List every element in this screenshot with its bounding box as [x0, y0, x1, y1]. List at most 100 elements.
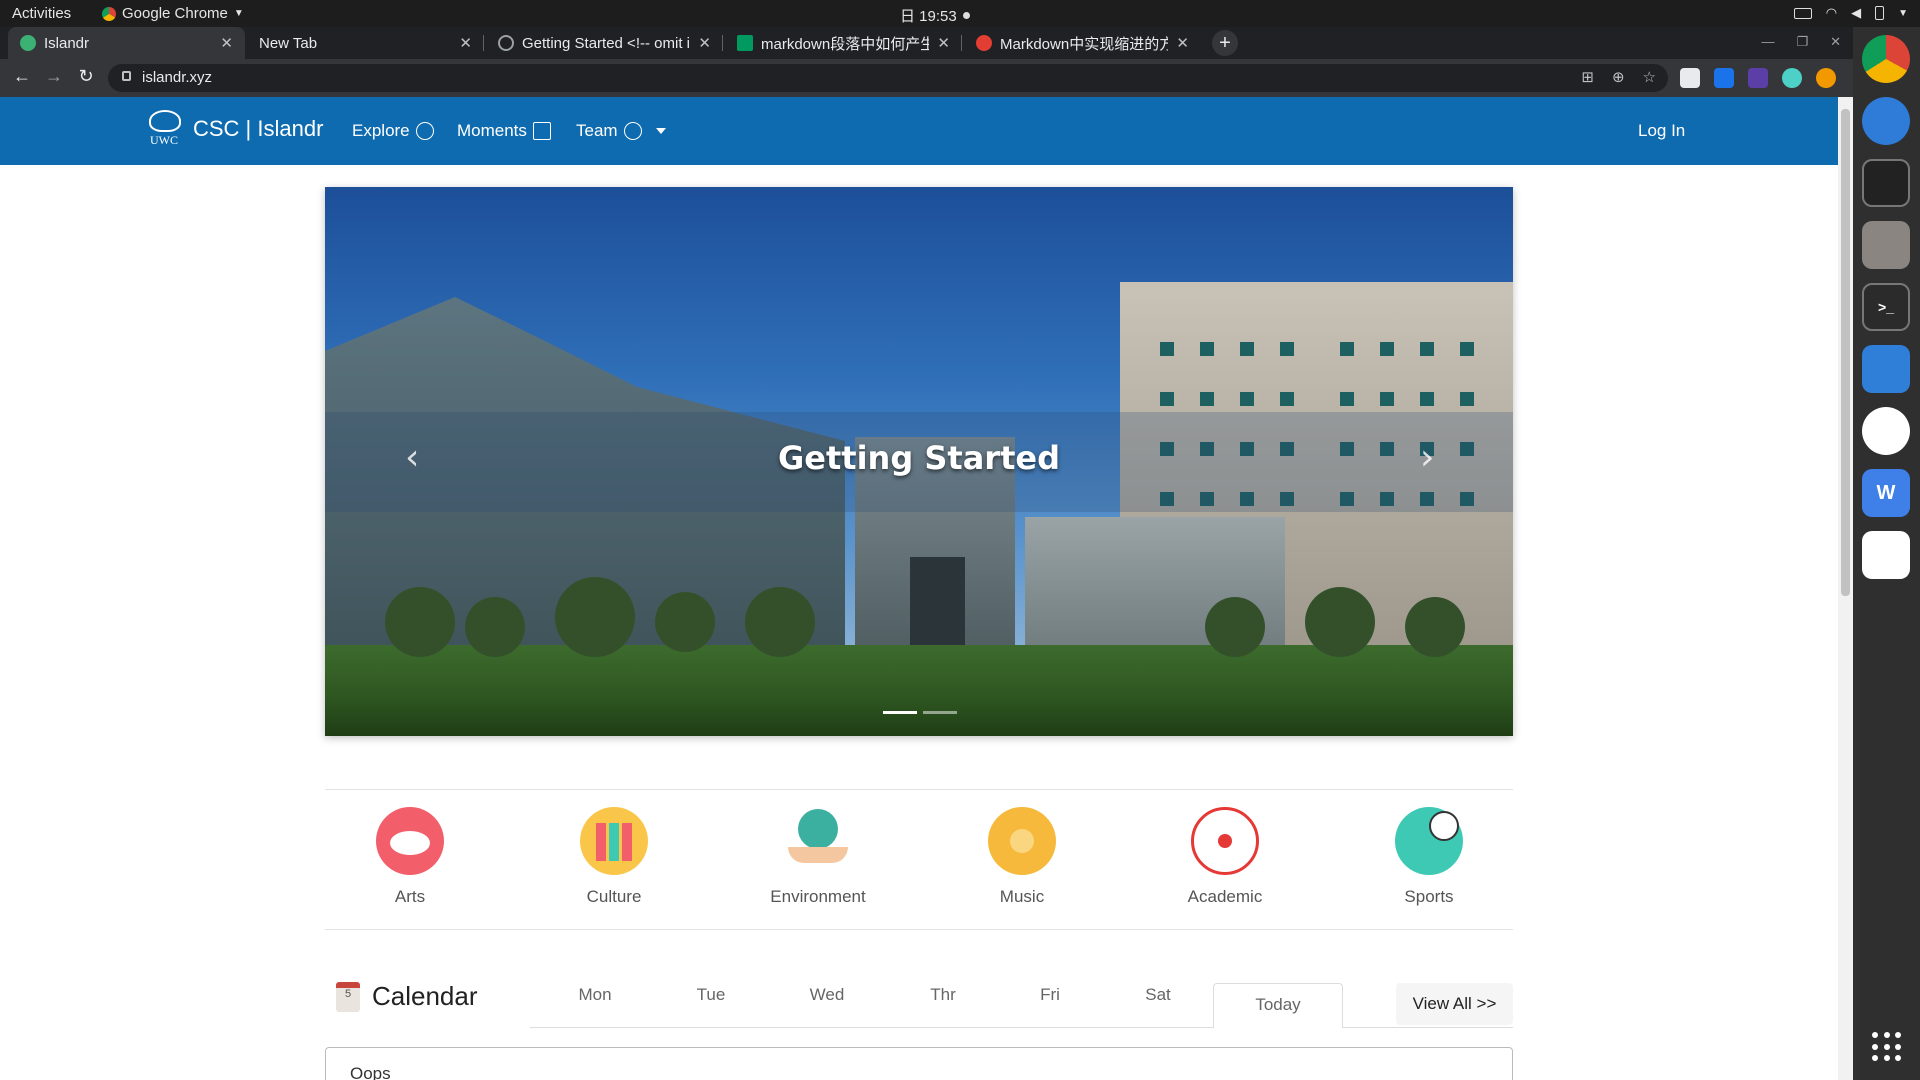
chrome-dock-icon[interactable]: [1862, 35, 1910, 83]
ia-extension-icon[interactable]: [1748, 68, 1768, 88]
app-menu[interactable]: Google Chrome ▼: [102, 5, 244, 22]
divider: [325, 789, 1513, 790]
calendar-tab-sat[interactable]: Sat: [1118, 985, 1198, 1005]
extensions-area: [1680, 68, 1836, 88]
system-monitor-dock-icon[interactable]: [1862, 159, 1910, 207]
close-tab-icon[interactable]: ✕: [459, 34, 472, 52]
category-label: Academic: [1187, 887, 1263, 906]
chrome-icon: [102, 6, 116, 21]
minimize-icon[interactable]: —: [1761, 34, 1774, 50]
thunderbird-dock-icon[interactable]: [1862, 97, 1910, 145]
tab-title: Getting Started <!-- omit i: [522, 34, 690, 52]
tab-getting-started[interactable]: Getting Started <!-- omit i ✕: [486, 27, 723, 59]
category-music[interactable]: Music: [952, 807, 1092, 907]
page-scrollbar[interactable]: [1838, 97, 1853, 1080]
file-manager-dock-icon[interactable]: [1862, 221, 1910, 269]
address-bar[interactable]: islandr.xyz ⊞ ⊕ ☆: [108, 64, 1668, 92]
category-sports[interactable]: Sports: [1359, 807, 1499, 907]
calendar-tab-today[interactable]: Today: [1213, 983, 1343, 1028]
calendar-tab-thr[interactable]: Thr: [903, 985, 983, 1005]
site-brand[interactable]: UWC CSC | Islandr: [147, 110, 323, 148]
compass-icon: [415, 122, 434, 140]
lock-icon: [122, 71, 131, 81]
close-tab-icon[interactable]: ✕: [220, 34, 233, 52]
activities-button[interactable]: Activities: [12, 5, 71, 22]
app-menu-label: Google Chrome: [122, 5, 228, 22]
nav-explore[interactable]: Explore: [352, 121, 434, 141]
restore-icon[interactable]: ❐: [1796, 34, 1808, 50]
calendar-tab-wed[interactable]: Wed: [787, 985, 867, 1005]
tab-csdn[interactable]: Markdown中实现缩进的方 ✕: [964, 27, 1201, 59]
calendar-title: Calendar: [372, 981, 478, 1011]
clock-label: 日 19:53: [900, 8, 957, 25]
notification-dot-icon: [962, 12, 970, 19]
browser-toolbar: ← → ↻ islandr.xyz ⊞ ⊕ ☆: [0, 59, 1853, 97]
tab-new-tab[interactable]: New Tab ✕: [247, 27, 484, 59]
window-controls: — ❐ ✕: [1761, 34, 1841, 50]
reload-icon[interactable]: ↻: [74, 66, 98, 87]
zoom-icon[interactable]: ⊕: [1612, 68, 1625, 86]
carousel-indicator-2[interactable]: [923, 711, 957, 714]
calendar-empty-message: Oops: [350, 1064, 391, 1080]
tab-title: markdown段落中如何产生: [761, 35, 930, 53]
category-arts[interactable]: Arts: [340, 807, 480, 907]
vinyl-icon: [988, 807, 1056, 875]
close-tab-icon[interactable]: ✕: [1176, 34, 1189, 52]
nav-moments[interactable]: Moments: [457, 121, 551, 141]
globe-favicon-icon: [498, 35, 514, 51]
view-all-button[interactable]: View All >>: [1396, 983, 1513, 1025]
books-icon: [580, 807, 648, 875]
system-tray[interactable]: ◠ ◀ ▼: [1793, 5, 1908, 21]
category-culture[interactable]: Culture: [544, 807, 684, 907]
carousel-indicator-1[interactable]: [883, 711, 917, 714]
translate-icon[interactable]: ⊞: [1581, 68, 1594, 86]
profile-avatar-icon[interactable]: [1782, 68, 1802, 88]
category-label: Arts: [394, 887, 426, 906]
calendar-tab-tue[interactable]: Tue: [671, 985, 751, 1005]
wps-dock-icon[interactable]: W: [1862, 469, 1910, 517]
nav-team-dropdown[interactable]: Team: [576, 121, 666, 141]
palette-icon: [376, 807, 444, 875]
tab-title: New Tab: [259, 34, 318, 52]
login-link[interactable]: Log In: [1638, 121, 1685, 141]
forward-icon[interactable]: →: [42, 66, 66, 87]
category-label: Sports: [1404, 887, 1454, 906]
vscode-dock-icon[interactable]: [1862, 345, 1910, 393]
category-academic[interactable]: Academic: [1155, 807, 1295, 907]
power-menu-icon: ▼: [1898, 7, 1908, 19]
carousel-next-icon[interactable]: ›: [1420, 437, 1434, 478]
terminal-dock-icon[interactable]: >_: [1862, 283, 1910, 331]
nav-moments-label: Moments: [457, 121, 527, 140]
tab-title: Markdown中实现缩进的方: [1000, 35, 1169, 53]
csdn-favicon-icon: [976, 35, 992, 51]
tab-islandr[interactable]: Islandr ✕: [8, 27, 245, 59]
tab-manager-extension-icon[interactable]: [1714, 68, 1734, 88]
carousel-indicators: [883, 711, 957, 714]
back-icon[interactable]: ←: [10, 66, 34, 87]
tab-segmentfault[interactable]: markdown段落中如何产生 ✕: [725, 27, 962, 59]
calendar-empty-panel: Oops: [325, 1047, 1513, 1080]
show-applications-icon[interactable]: [1872, 1032, 1902, 1062]
chevron-down-icon: ▼: [233, 8, 244, 19]
category-label: Culture: [586, 887, 642, 906]
calendar-tab-mon[interactable]: Mon: [555, 985, 635, 1005]
new-tab-button[interactable]: +: [1212, 30, 1238, 56]
slack-dock-icon[interactable]: [1862, 407, 1910, 455]
close-window-icon[interactable]: ✕: [1830, 34, 1841, 50]
hero-carousel[interactable]: Getting Started ‹ ›: [325, 187, 1513, 736]
url-text: islandr.xyz: [142, 69, 213, 86]
reader-extension-icon[interactable]: [1680, 68, 1700, 88]
reader-dock-icon[interactable]: [1862, 531, 1910, 579]
carousel-prev-icon[interactable]: ‹: [405, 437, 419, 478]
calendar-tab-fri[interactable]: Fri: [1010, 985, 1090, 1005]
bookmark-star-icon[interactable]: ☆: [1643, 68, 1656, 86]
battery-icon: [1875, 6, 1885, 20]
close-tab-icon[interactable]: ✕: [698, 34, 711, 52]
nav-explore-label: Explore: [352, 121, 410, 140]
clock[interactable]: 日 19:53: [900, 5, 970, 26]
category-environment[interactable]: Environment: [748, 807, 888, 907]
update-alert-icon[interactable]: [1816, 68, 1836, 88]
islandr-favicon-icon: [20, 35, 36, 51]
scrollbar-thumb[interactable]: [1841, 109, 1850, 596]
close-tab-icon[interactable]: ✕: [937, 34, 950, 52]
